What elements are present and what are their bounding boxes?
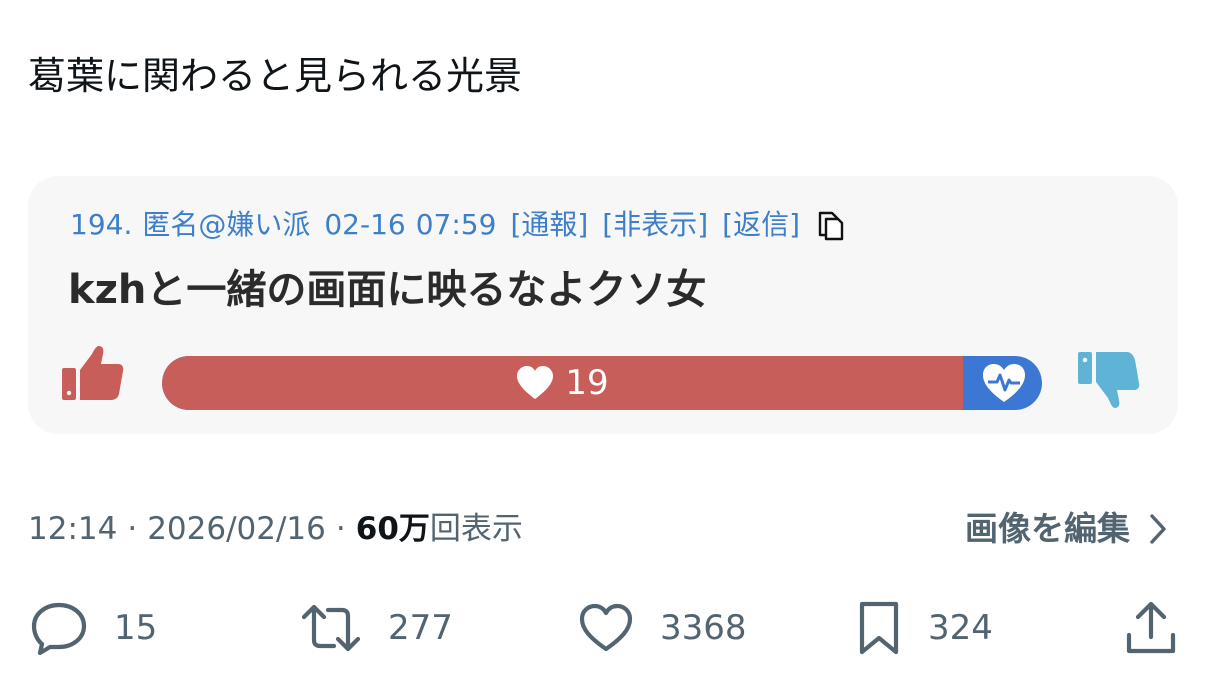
post-time: 07:59 [415,208,497,241]
reply-button[interactable]: 15 [30,596,157,660]
separator: · [335,511,346,547]
tweet-text: 葛葉に関わると見られる光景 [28,54,523,98]
reply-link: [返信] [722,208,801,241]
tweet-date: 2026/02/16 [147,511,326,547]
heart-outline-icon [579,603,633,652]
bookmark-count: 324 [928,608,993,648]
reply-count: 15 [114,608,158,648]
like-count: 3368 [660,608,747,648]
repost-button[interactable]: 277 [300,596,453,660]
edit-image-label: 画像を編集 [965,509,1130,548]
vote-count-value: 19 [565,363,609,403]
report-link: [通報] [510,208,589,241]
views-count: 60万 [355,511,430,547]
post-number: 194. [70,208,133,241]
chevron-right-icon [1150,514,1166,544]
author-name: 匿名@嫌い派 [142,208,311,241]
views-label: 回表示 [429,511,523,547]
thumbs-down-icon [1078,352,1140,408]
comment-text: kzhと一緒の画面に映るなよクソ女 [68,267,707,313]
share-button[interactable] [1124,596,1204,660]
tweet-info: 12:14 · 2026/02/16 · 60万 回表示 [28,504,523,554]
repost-count: 277 [388,608,453,648]
vote-bar: 19 [162,356,1042,410]
heart-icon [517,366,554,399]
embedded-image-card[interactable]: 194. 匿名@嫌い派 02-16 07:59 [通報] [非表示] [返信] … [28,176,1178,434]
tweet-time: 12:14 [28,511,118,547]
bookmark-icon [859,601,899,655]
post-date: 02-16 [324,208,406,241]
copy-icon [818,211,844,241]
heart-pulse-icon [983,364,1025,402]
comment-meta: 194. 匿名@嫌い派 02-16 07:59 [通報] [非表示] [返信] [70,200,848,250]
bookmark-button[interactable]: 324 [856,596,993,660]
hide-link: [非表示] [602,208,709,241]
like-button[interactable]: 3368 [578,596,747,660]
separator: · [127,511,138,547]
share-icon [1126,601,1176,654]
action-bar: 15 277 3368 324 [0,596,1206,660]
repost-icon [301,604,361,652]
vote-count: 19 [162,356,962,410]
thumbs-up-icon [62,346,124,400]
edit-image-button[interactable]: 画像を編集 [965,504,1168,554]
reply-icon [31,602,87,656]
